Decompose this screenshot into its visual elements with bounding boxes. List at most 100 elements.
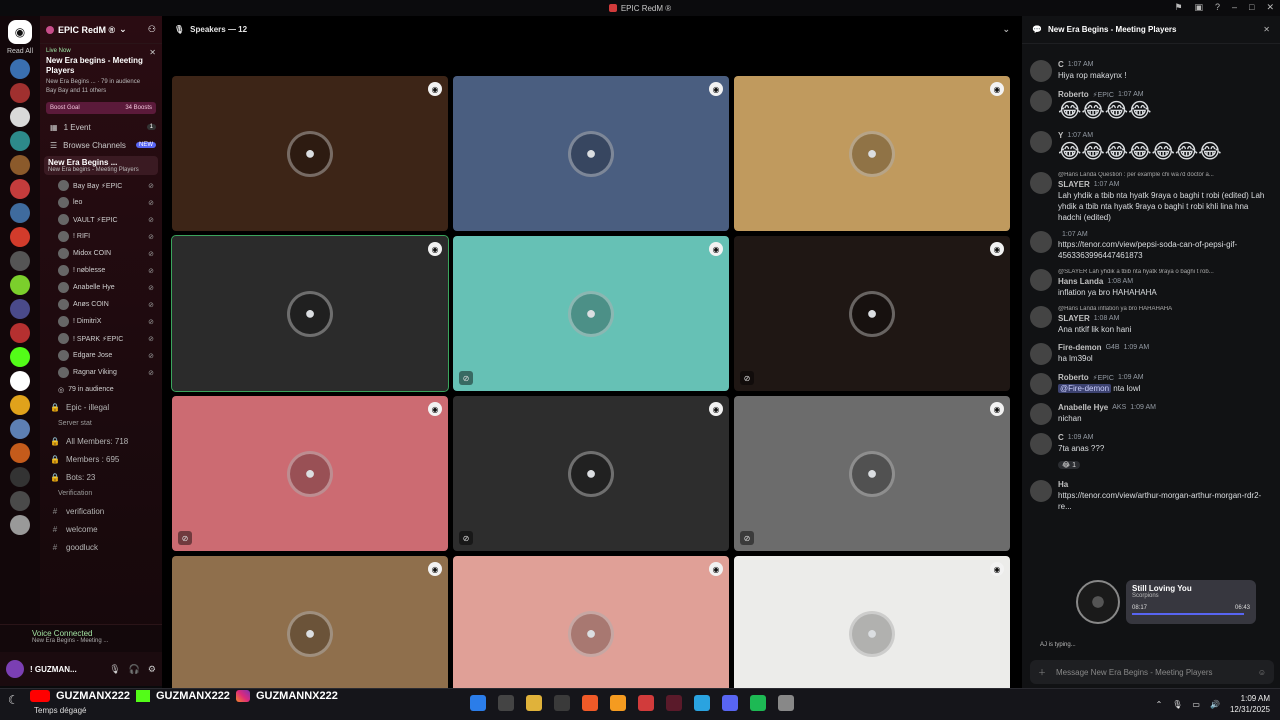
avatar[interactable]: ●: [287, 130, 333, 177]
speaker-tile[interactable]: ● ◉: [734, 76, 1010, 231]
server-icon[interactable]: [10, 419, 30, 439]
avatar[interactable]: ●: [849, 130, 895, 177]
avatar[interactable]: [1030, 131, 1052, 153]
server-icon[interactable]: [10, 203, 30, 223]
headphones-icon[interactable]: 🎧: [129, 664, 140, 675]
message-author[interactable]: SLAYER: [1058, 180, 1090, 189]
boost-goal-bar[interactable]: Boost Goal 34 Boosts: [46, 102, 156, 114]
options-icon[interactable]: ◉: [709, 242, 723, 256]
options-icon[interactable]: ◉: [990, 82, 1004, 96]
voice-member[interactable]: Edgare Jose ⊘: [40, 347, 162, 364]
speaker-tile[interactable]: ● ◉: [172, 76, 448, 231]
chat-message[interactable]: Y 1:07 AM 😂😂😂😂😂😂😂: [1030, 131, 1272, 164]
server-header[interactable]: EPIC RedM ® ⌄ ⚇: [40, 16, 162, 44]
avatar[interactable]: ●: [849, 450, 895, 497]
avatar[interactable]: [1030, 433, 1052, 455]
add-icon[interactable]: ＋: [1038, 667, 1046, 678]
progress-bar[interactable]: [1132, 613, 1245, 615]
avatar[interactable]: [1030, 269, 1052, 291]
options-icon[interactable]: ◉: [428, 402, 442, 416]
speaker-tile[interactable]: ● ◉: [171, 235, 449, 392]
weather-widget[interactable]: ☾: [8, 693, 19, 707]
message-composer[interactable]: ＋ Message New Era Begins - Meeting Playe…: [1030, 660, 1274, 684]
options-icon[interactable]: ◉: [709, 82, 723, 96]
server-icon[interactable]: [10, 107, 30, 127]
voice-member[interactable]: Ragnar Viking ⊘: [40, 364, 162, 381]
avatar[interactable]: ●: [287, 290, 333, 337]
message-author[interactable]: SLAYER: [1058, 314, 1090, 323]
speaker-tile[interactable]: ● ◉ ⊘: [453, 236, 729, 391]
reply-preview[interactable]: @Hans Landa inflation ya bro HAHAHAHA: [1058, 306, 1272, 312]
minimize-button[interactable]: –: [1232, 2, 1237, 13]
app-icon[interactable]: [610, 695, 626, 711]
avatar[interactable]: ●: [568, 290, 614, 337]
server-icon[interactable]: [10, 155, 30, 175]
chat-message[interactable]: Anabelle Hye AKS 1:09 AM nichan: [1030, 403, 1272, 425]
message-author[interactable]: Anabelle Hye: [1058, 403, 1108, 412]
search-icon[interactable]: [498, 695, 514, 711]
chat-message[interactable]: Fire-demon G4B 1:09 AM ha lm39ol: [1030, 343, 1272, 365]
chat-message[interactable]: @SLAYER Lah yhdik a tbib nta hyatk 9raya…: [1030, 269, 1272, 298]
avatar[interactable]: [1030, 231, 1052, 253]
events-row[interactable]: ▦ 1 Event 1: [40, 118, 162, 136]
voice-member[interactable]: Anabelle Hye ⊘: [40, 279, 162, 296]
voice-member[interactable]: VAULT ⚡EPIC ⊘: [40, 211, 162, 228]
speaker-tile[interactable]: ● ◉: [453, 76, 729, 231]
message-author[interactable]: Fire-demon: [1058, 343, 1102, 352]
discord-home-icon[interactable]: ◉: [8, 20, 32, 44]
close-window-button[interactable]: ✕: [1266, 2, 1274, 13]
voice-member[interactable]: ! SPARK ⚡EPIC ⊘: [40, 330, 162, 347]
spotify-icon[interactable]: [750, 695, 766, 711]
avatar[interactable]: [1030, 343, 1052, 365]
voice-member[interactable]: Bay Bay ⚡EPIC ⊘: [40, 177, 162, 194]
file-explorer-icon[interactable]: [526, 695, 542, 711]
help-icon[interactable]: ?: [1215, 2, 1220, 13]
windows-start-icon[interactable]: [470, 695, 486, 711]
channel-item[interactable]: 🔒 Epic - illegal: [40, 398, 162, 416]
flag-icon[interactable]: ⚑: [1174, 2, 1182, 13]
server-icon[interactable]: [10, 515, 30, 535]
server-icon[interactable]: [10, 467, 30, 487]
server-icon[interactable]: [10, 227, 30, 247]
options-icon[interactable]: ◉: [709, 402, 723, 416]
server-icon[interactable]: [10, 395, 30, 415]
avatar[interactable]: ●: [849, 610, 895, 657]
message-author[interactable]: Y: [1058, 131, 1063, 140]
brave-browser-icon[interactable]: [582, 695, 598, 711]
channel-category[interactable]: Verification: [40, 486, 162, 502]
server-icon[interactable]: [10, 371, 30, 391]
avatar[interactable]: [1030, 403, 1052, 425]
avatar[interactable]: [1030, 480, 1052, 502]
chat-message[interactable]: C 1:07 AM Hiya rop makaynx !: [1030, 60, 1272, 82]
emoji-icon[interactable]: ☺: [1258, 668, 1266, 677]
avatar[interactable]: [1030, 373, 1052, 395]
voice-member[interactable]: ! nøblesse ⊘: [40, 262, 162, 279]
speaker-tile[interactable]: ● ◉ ⊘: [172, 396, 448, 551]
message-author[interactable]: Roberto: [1058, 373, 1089, 382]
avatar[interactable]: ●: [849, 290, 895, 337]
app-icon[interactable]: [666, 695, 682, 711]
server-icon[interactable]: [10, 83, 30, 103]
reaction[interactable]: 😂 1: [1058, 461, 1081, 469]
voice-connected-channel[interactable]: New Era Begins - Meeting ...: [32, 638, 156, 644]
chat-message[interactable]: C 1:09 AM 7ta anas ??? 😂 1: [1030, 433, 1272, 472]
message-link[interactable]: https://tenor.com/view/pepsi-soda-can-of…: [1058, 239, 1272, 261]
now-playing-widget[interactable]: Still Loving You Scorpions 08:17 06:43: [1076, 578, 1258, 630]
message-author[interactable]: Ha: [1058, 480, 1068, 489]
channel-category[interactable]: Server stat: [40, 416, 162, 432]
audience-row[interactable]: ◎ 79 in audience: [40, 381, 162, 398]
options-icon[interactable]: ◉: [428, 562, 442, 576]
chat-message[interactable]: @Hans Landa inflation ya bro HAHAHAHA SLA…: [1030, 306, 1272, 335]
invite-icon[interactable]: ⚇: [148, 24, 156, 35]
server-icon[interactable]: [10, 323, 30, 343]
close-icon[interactable]: ✕: [1263, 25, 1270, 34]
server-icon[interactable]: [10, 491, 30, 511]
channel-item[interactable]: 🔒 All Members: 718: [40, 432, 162, 450]
chat-message[interactable]: Ha https://tenor.com/view/arthur-morgan-a…: [1030, 480, 1272, 512]
avatar[interactable]: ●: [568, 610, 614, 657]
avatar[interactable]: [1030, 306, 1052, 328]
close-icon[interactable]: ✕: [149, 48, 156, 57]
options-icon[interactable]: ◉: [990, 402, 1004, 416]
channel-item[interactable]: # goodluck: [40, 538, 162, 556]
chevron-up-icon[interactable]: ⌃: [1156, 700, 1163, 709]
